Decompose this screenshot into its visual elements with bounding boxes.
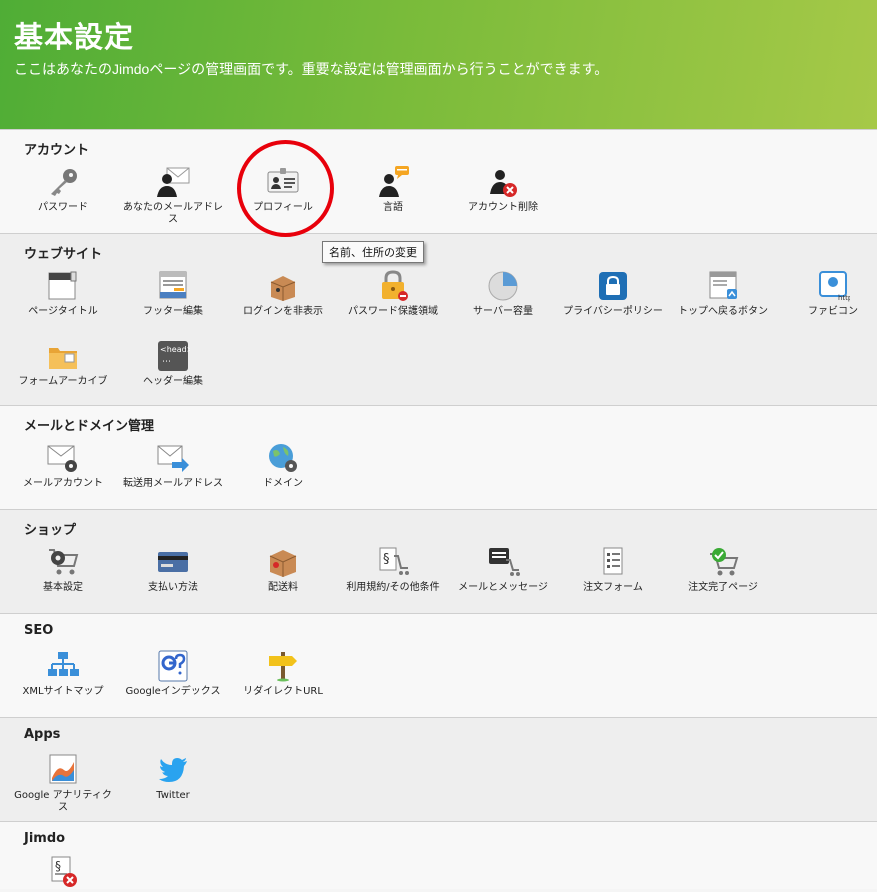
- page-title: 基本設定: [14, 20, 135, 54]
- item-shop-basic[interactable]: 基本設定: [8, 546, 118, 594]
- item-payment-methods[interactable]: 支払い方法: [118, 546, 228, 594]
- mail-forward-icon: [156, 442, 190, 474]
- item-back-to-top[interactable]: トップへ戻るボタン: [668, 270, 778, 318]
- section-title-jimdo: Jimdo: [24, 831, 66, 846]
- cart-message-icon: [486, 546, 520, 578]
- item-mail-account[interactable]: メールアカウント: [8, 442, 118, 490]
- window-title-icon: [46, 270, 80, 302]
- page-subtitle: ここはあなたのJimdoページの管理画面です。重要な設定は管理画面から行うことが…: [14, 61, 609, 77]
- twitter-bird-icon: [156, 754, 190, 786]
- key-icon: [46, 166, 80, 198]
- item-order-form[interactable]: 注文フォーム: [558, 546, 668, 594]
- section-title-mail-domain: メールとドメイン管理: [24, 419, 155, 434]
- item-shipping[interactable]: 配送料: [228, 546, 338, 594]
- analytics-chart-icon: [46, 754, 80, 786]
- item-google-index[interactable]: Googleインデックス: [118, 650, 228, 698]
- folder-icon: [46, 340, 80, 372]
- item-language[interactable]: 言語: [338, 166, 448, 214]
- item-page-title[interactable]: ページタイトル: [8, 270, 118, 318]
- section-apps: Apps Google アナリティクス Twitter: [0, 717, 877, 821]
- profile-tooltip: 名前、住所の変更: [322, 241, 424, 263]
- form-list-icon: [596, 546, 630, 578]
- item-mail-messages[interactable]: メールとメッセージ: [448, 546, 558, 594]
- pie-chart-icon: [486, 270, 520, 302]
- mail-gear-icon: [46, 442, 80, 474]
- google-question-icon: [156, 650, 190, 682]
- user-mail-icon: [156, 166, 190, 198]
- section-website: ウェブサイト ページタイトル フッター編集 ログインを非表示 パスワード保護領域…: [0, 233, 877, 405]
- item-privacy-policy[interactable]: プライバシーポリシー: [558, 270, 668, 318]
- page-header: 基本設定 ここはあなたのJimdoページの管理画面です。重要な設定は管理画面から…: [0, 0, 877, 129]
- footer-page-icon: [156, 270, 190, 302]
- id-card-icon: [266, 166, 300, 198]
- svg-text:⋯: ⋯: [162, 357, 171, 367]
- section-mail-domain: メールとドメイン管理 メールアカウント 転送用メールアドレス ドメイン: [0, 405, 877, 509]
- cart-section-icon: §: [376, 546, 410, 578]
- item-google-analytics[interactable]: Google アナリティクス: [8, 754, 118, 814]
- user-delete-icon: [486, 166, 520, 198]
- item-twitter[interactable]: Twitter: [118, 754, 228, 802]
- section-seo: SEO XMLサイトマップ Googleインデックス リダイレクトURL: [0, 613, 877, 717]
- item-footer-edit[interactable]: フッター編集: [118, 270, 228, 318]
- item-delete-account[interactable]: アカウント削除: [448, 166, 558, 214]
- item-profile[interactable]: プロフィール: [228, 166, 338, 214]
- item-password[interactable]: パスワード: [8, 166, 118, 214]
- page-up-icon: [706, 270, 740, 302]
- item-form-archive[interactable]: フォームアーカイブ: [8, 340, 118, 388]
- item-redirect-url[interactable]: リダイレクトURL: [228, 650, 338, 698]
- cart-check-icon: [706, 546, 740, 578]
- box-hide-icon: [266, 270, 300, 302]
- section-title-account: アカウント: [24, 143, 90, 158]
- section-account: アカウント パスワード あなたのメールアドレス プロフィール 言語 アカウント削…: [0, 129, 877, 233]
- item-forward-address[interactable]: 転送用メールアドレス: [118, 442, 228, 490]
- item-order-complete[interactable]: 注文完了ページ: [668, 546, 778, 594]
- item-header-edit[interactable]: <head>⋯ ヘッダー編集: [118, 340, 228, 388]
- item-domain[interactable]: ドメイン: [228, 442, 338, 490]
- svg-text:§: §: [383, 552, 390, 567]
- item-xml-sitemap[interactable]: XMLサイトマップ: [8, 650, 118, 698]
- item-email-address[interactable]: あなたのメールアドレス: [118, 166, 228, 226]
- section-jimdo: Jimdo §: [0, 821, 877, 889]
- svg-text:http: http: [838, 294, 850, 302]
- svg-text:<head>: <head>: [160, 345, 190, 354]
- section-title-shop: ショップ: [24, 523, 77, 538]
- item-jimdo-terms-delete[interactable]: §: [8, 856, 118, 892]
- item-hide-login[interactable]: ログインを非表示: [228, 270, 338, 318]
- section-title-seo: SEO: [24, 623, 54, 638]
- document-delete-icon: §: [46, 856, 80, 888]
- item-terms[interactable]: § 利用規約/その他条件: [338, 546, 448, 594]
- section-title-website: ウェブサイト: [24, 247, 103, 262]
- user-speech-icon: [376, 166, 410, 198]
- signpost-icon: [266, 650, 300, 682]
- package-icon: [266, 546, 300, 578]
- credit-card-icon: [156, 546, 190, 578]
- sitemap-icon: [46, 650, 80, 682]
- item-password-area[interactable]: パスワード保護領域: [338, 270, 448, 318]
- blue-lock-icon: [596, 270, 630, 302]
- favicon-icon: http: [816, 270, 850, 302]
- cart-gear-icon: [46, 546, 80, 578]
- padlock-icon: [376, 270, 410, 302]
- item-server-capacity[interactable]: サーバー容量: [448, 270, 558, 318]
- code-head-icon: <head> ⋯: [156, 340, 190, 372]
- section-title-apps: Apps: [24, 727, 61, 742]
- item-favicon[interactable]: http ファビコン: [778, 270, 877, 318]
- section-shop: ショップ 基本設定 支払い方法 配送料 § 利用規約/その他条件 メールとメッセ…: [0, 509, 877, 613]
- svg-text:§: §: [55, 859, 61, 873]
- globe-gear-icon: [266, 442, 300, 474]
